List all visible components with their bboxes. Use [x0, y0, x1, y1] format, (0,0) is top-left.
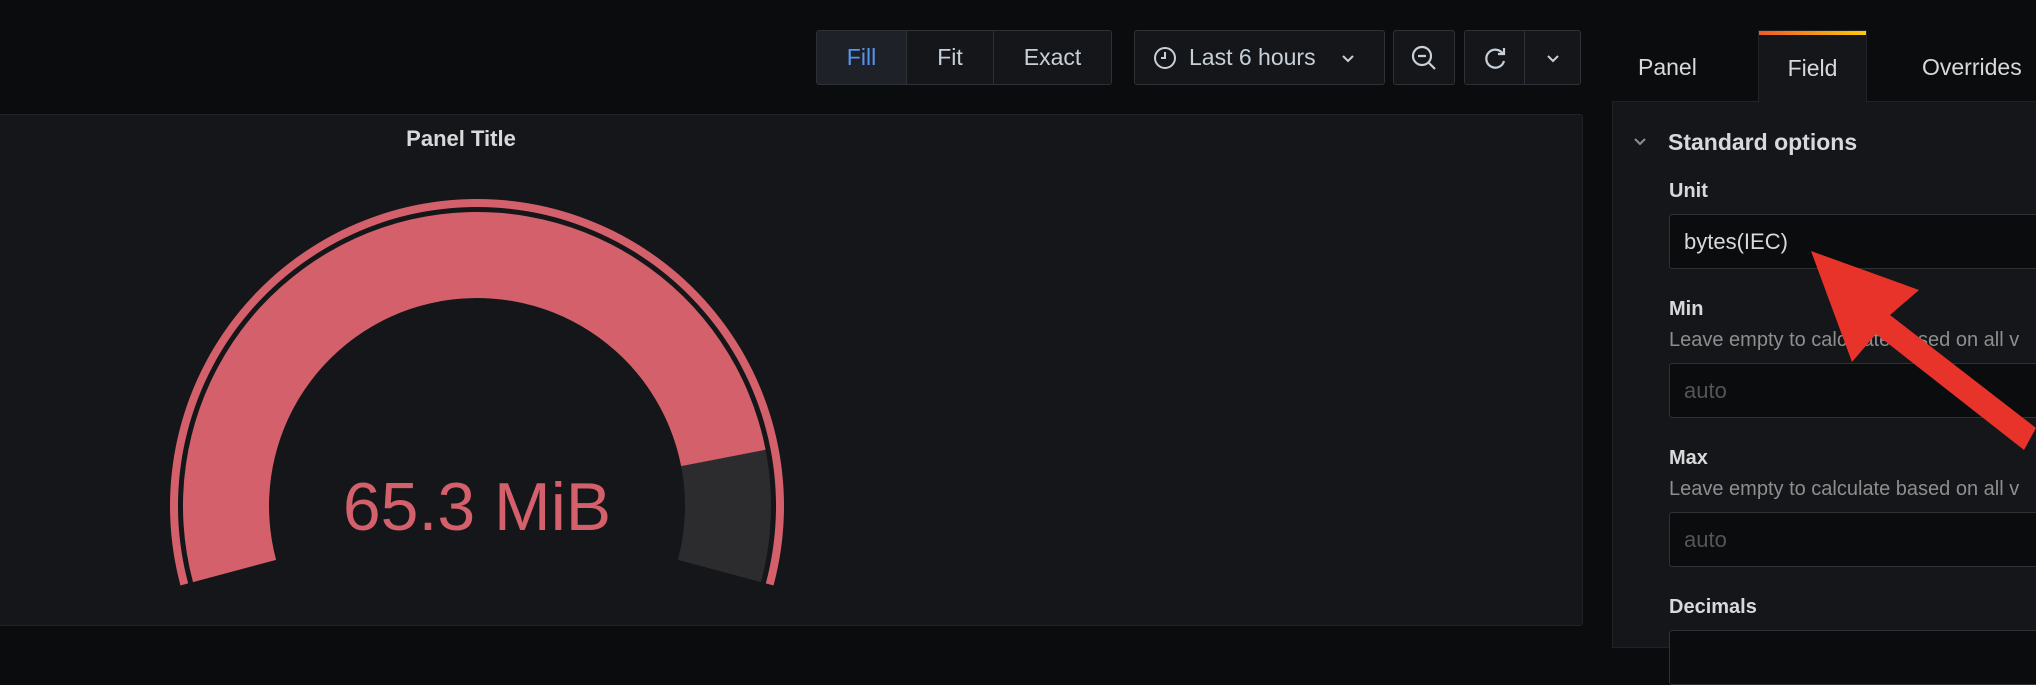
fit-button[interactable]: Fit	[907, 31, 994, 84]
max-help: Leave empty to calculate based on all v	[1669, 478, 2020, 500]
chevron-down-icon[interactable]	[1632, 133, 1648, 149]
max-input[interactable]: auto	[1669, 512, 2036, 567]
fill-button[interactable]: Fill	[817, 31, 907, 84]
section-standard-options[interactable]: Standard options	[1668, 129, 1857, 156]
zoom-out-button[interactable]	[1393, 30, 1455, 85]
refresh-button[interactable]	[1465, 31, 1525, 84]
refresh-group	[1464, 30, 1581, 85]
unit-picker[interactable]: bytes(IEC)	[1669, 214, 2036, 269]
tab-field[interactable]: Field	[1758, 30, 1867, 103]
decimals-input[interactable]	[1669, 630, 2036, 685]
min-help: Leave empty to calculate based on all v	[1669, 329, 2020, 351]
min-input[interactable]: auto	[1669, 363, 2036, 418]
refresh-interval-dropdown[interactable]	[1525, 31, 1580, 84]
refresh-icon	[1484, 47, 1505, 69]
tab-panel[interactable]: Panel	[1638, 54, 1697, 81]
exact-button[interactable]: Exact	[994, 31, 1111, 84]
chevron-down-icon	[1341, 54, 1354, 62]
tab-overrides[interactable]: Overrides	[1922, 54, 2022, 81]
clock-icon	[1154, 46, 1176, 69]
unit-label: Unit	[1669, 180, 1708, 202]
gauge-chart	[170, 198, 784, 586]
chevron-down-icon	[1546, 54, 1559, 62]
tab-field-label: Field	[1787, 55, 1838, 81]
time-picker[interactable]: Last 6 hours	[1134, 30, 1385, 85]
decimals-label: Decimals	[1669, 596, 1757, 618]
gauge-value: 65.3 MiB	[342, 469, 612, 545]
max-label: Max	[1669, 447, 1708, 469]
zoom-out-icon	[1411, 45, 1436, 70]
min-label: Min	[1669, 298, 1704, 320]
time-range-label: Last 6 hours	[1189, 44, 1316, 70]
view-mode-group: Fill Fit Exact	[816, 30, 1112, 85]
